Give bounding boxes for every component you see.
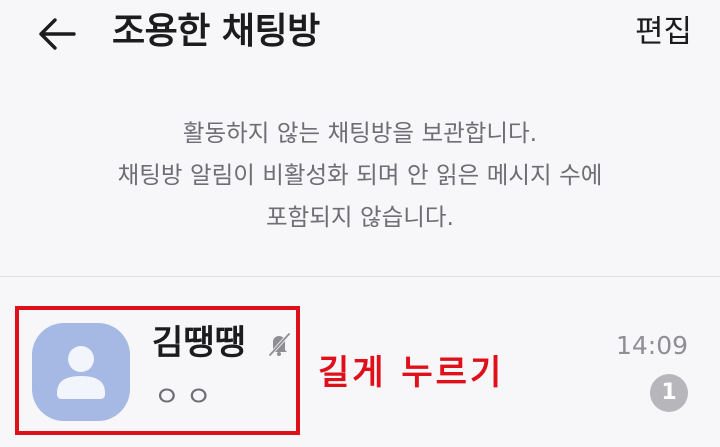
unread-badge: 1 [650, 374, 688, 412]
chat-time: 14:09 [615, 331, 688, 360]
info-line: 활동하지 않는 채팅방을 보관합니다. [182, 119, 538, 147]
annotation-highlight-box [15, 306, 300, 435]
info-line: 포함되지 않습니다. [266, 203, 454, 231]
info-message: 활동하지 않는 채팅방을 보관합니다. 채팅방 알림이 비활성화 되며 안 읽은… [0, 112, 720, 238]
arrow-left-icon [39, 18, 76, 50]
back-button[interactable] [30, 12, 82, 56]
divider [0, 276, 720, 277]
annotation-label: 길게 누르기 [318, 353, 505, 393]
page-title: 조용한 채팅방 [112, 11, 320, 52]
edit-button[interactable]: 편집 [635, 8, 692, 56]
info-line: 채팅방 알림이 비활성화 되며 안 읽은 메시지 수에 [117, 161, 603, 189]
app-header: 조용한 채팅방 편집 [0, 0, 720, 70]
